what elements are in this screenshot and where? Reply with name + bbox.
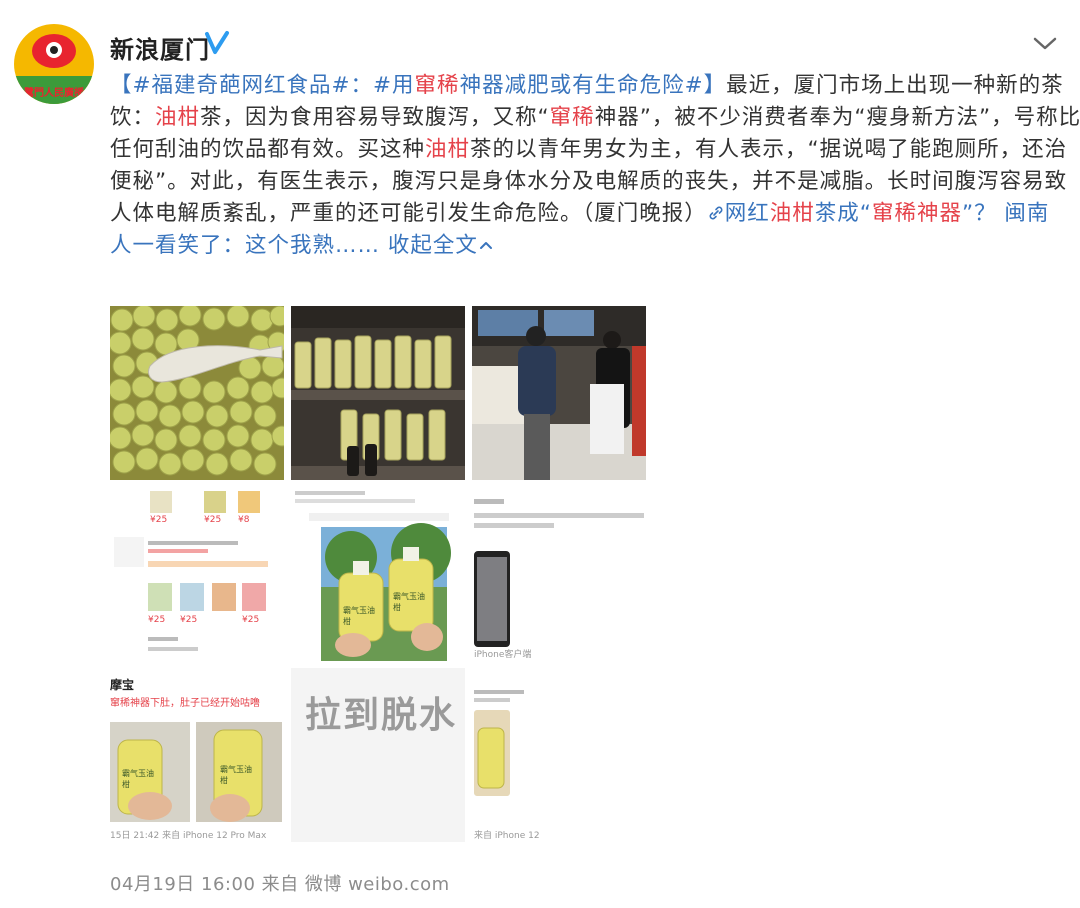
bottle-label-2: 霸气玉油柑 (393, 592, 425, 612)
bottle-label-1: 霸气玉油柑 (343, 606, 375, 626)
chevron-down-icon[interactable] (1032, 34, 1058, 54)
price-label-3: ¥8 (238, 515, 250, 525)
post-line-6: 人一看笑了：这个我熟…… 收起全文 (110, 230, 1060, 262)
post-line-4: 便秘”。对此，有医生表示，腹泻只是身体水分及电解质的丧失，并不是减脂。长时间腹泻… (110, 169, 1068, 194)
article-link-cont[interactable]: 人一看笑了：这个我熟…… (110, 233, 380, 258)
chevron-up-icon (479, 242, 492, 249)
post-line-1: 【#福建奇葩网红食品#：#用窜稀神器减肥或有生命危险#】最近，厦门市场上出现一种… (110, 73, 1064, 98)
post-line-2: 饮：油柑茶，因为食用容易导致腹泻，又称“窜稀神器”，被不少消费者奉为“瘦身新方法… (110, 105, 1080, 130)
grid-image-bottles-shelf[interactable] (291, 306, 465, 480)
topic-link[interactable]: 【#福建奇葩网红食品#：#用窜稀神器减肥或有生命危险#】 (110, 73, 726, 98)
price-label-4: ¥25 (148, 615, 166, 625)
post-line-5: 人体电解质紊乱，严重的还可能引发生命危险。（厦门晚报） 网红油柑茶成“窜稀神器”？… (110, 201, 1050, 226)
bottle-label-3: 霸气玉油柑 (122, 769, 154, 789)
avatar-label: 鷺門人民廣播 (24, 88, 84, 99)
grid-image-text-meme[interactable]: 拉到脱水 (291, 668, 465, 842)
post-line-3: 任何刮油的饮品都有效。买这种油柑茶的以青年男女为主，有人表示，“据说喝了能跑厕所… (110, 137, 1068, 162)
grid-image-chat-screenshot[interactable]: iPhone客户端 (472, 487, 646, 661)
link-icon (709, 206, 723, 220)
price-label-1: ¥25 (150, 515, 168, 525)
meme-text: 拉到脱水 (305, 695, 458, 736)
article-link[interactable]: 网红油柑茶成“窜稀神器”？ 闽南 (707, 201, 1050, 226)
grid-image-comment-bottles[interactable]: 摩宝 窜稀神器下肚，肚子已经开始咕噜 霸气玉油柑 霸气玉油柑 15日 21:42… (110, 668, 284, 842)
price-label-2: ¥25 (204, 515, 222, 525)
grid-image-delivery-app[interactable]: ¥25 ¥25 ¥8 ¥25 ¥25 ¥25 (110, 487, 284, 661)
price-label-6: ¥25 (242, 615, 260, 625)
post-content: 【#福建奇葩网红食品#：#用窜稀神器减肥或有生命危险#】最近，厦门市场上出现一种… (110, 70, 1080, 262)
comment-time: 15日 21:42 来自 iPhone 12 Pro Max (110, 831, 267, 841)
device-label: iPhone客户端 (474, 650, 532, 660)
bottle-label-4: 霸气玉油柑 (220, 765, 252, 785)
grid-image-shop-queue[interactable] (472, 306, 646, 480)
grid-image-small-screenshot[interactable]: 来自 iPhone 12 (472, 668, 646, 842)
weibo-eye-logo-icon (32, 34, 76, 68)
username[interactable]: 新浪厦门 (110, 30, 210, 65)
avatar[interactable]: 鷺門人民廣播 (14, 24, 94, 104)
post-meta: 04月19日 16:00 来自 微博 weibo.com (110, 874, 450, 895)
price-label-5: ¥25 (180, 615, 198, 625)
device-label-2: 来自 iPhone 12 (474, 831, 540, 841)
collapse-text-button[interactable]: 收起全文 (388, 233, 494, 258)
grid-image-youcan-fruit[interactable] (110, 306, 284, 480)
verified-v-icon (205, 31, 229, 54)
grid-image-weibo-post-bottles[interactable]: 霸气玉油柑 霸气玉油柑 (291, 487, 465, 661)
